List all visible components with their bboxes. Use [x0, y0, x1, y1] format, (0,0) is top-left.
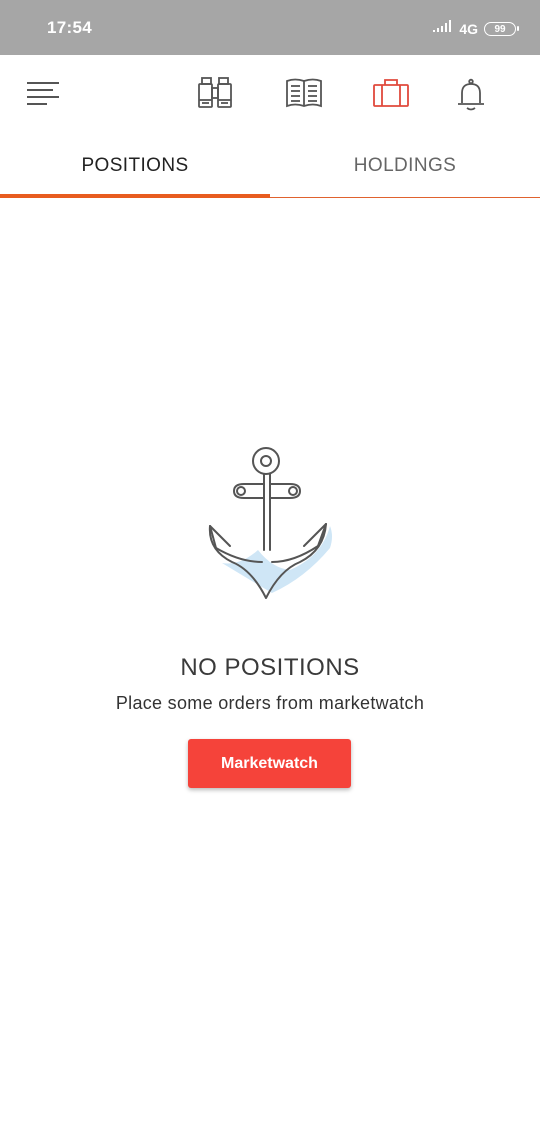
portfolio-button[interactable]	[368, 73, 414, 113]
active-tab-indicator	[0, 194, 270, 198]
empty-state-subtitle: Place some orders from marketwatch	[115, 693, 425, 713]
status-indicators: 4G 99	[433, 19, 519, 39]
tab-bar: POSITIONS HOLDINGS	[0, 135, 540, 198]
orders-button[interactable]	[281, 73, 327, 113]
menu-button[interactable]	[20, 73, 66, 113]
menu-icon	[27, 82, 59, 105]
bell-icon	[458, 78, 484, 111]
status-bar: 17:54 4G 99	[0, 0, 540, 55]
tab-holdings[interactable]: HOLDINGS	[270, 135, 540, 197]
watchlist-button[interactable]	[192, 73, 238, 113]
tab-positions[interactable]: POSITIONS	[0, 135, 270, 197]
binoculars-icon	[198, 77, 232, 108]
marketwatch-button[interactable]: Marketwatch	[188, 739, 351, 788]
network-type: 4G	[459, 21, 478, 37]
empty-state-title: NO POSITIONS	[180, 654, 360, 681]
signal-icon	[433, 19, 453, 39]
status-time: 17:54	[47, 18, 92, 37]
portfolio-icon	[373, 79, 409, 107]
top-toolbar	[0, 55, 540, 135]
anchor-icon	[200, 438, 340, 608]
battery-icon: 99	[484, 22, 519, 36]
battery-level: 99	[494, 23, 506, 35]
book-icon	[286, 78, 322, 108]
notifications-button[interactable]	[449, 75, 493, 115]
